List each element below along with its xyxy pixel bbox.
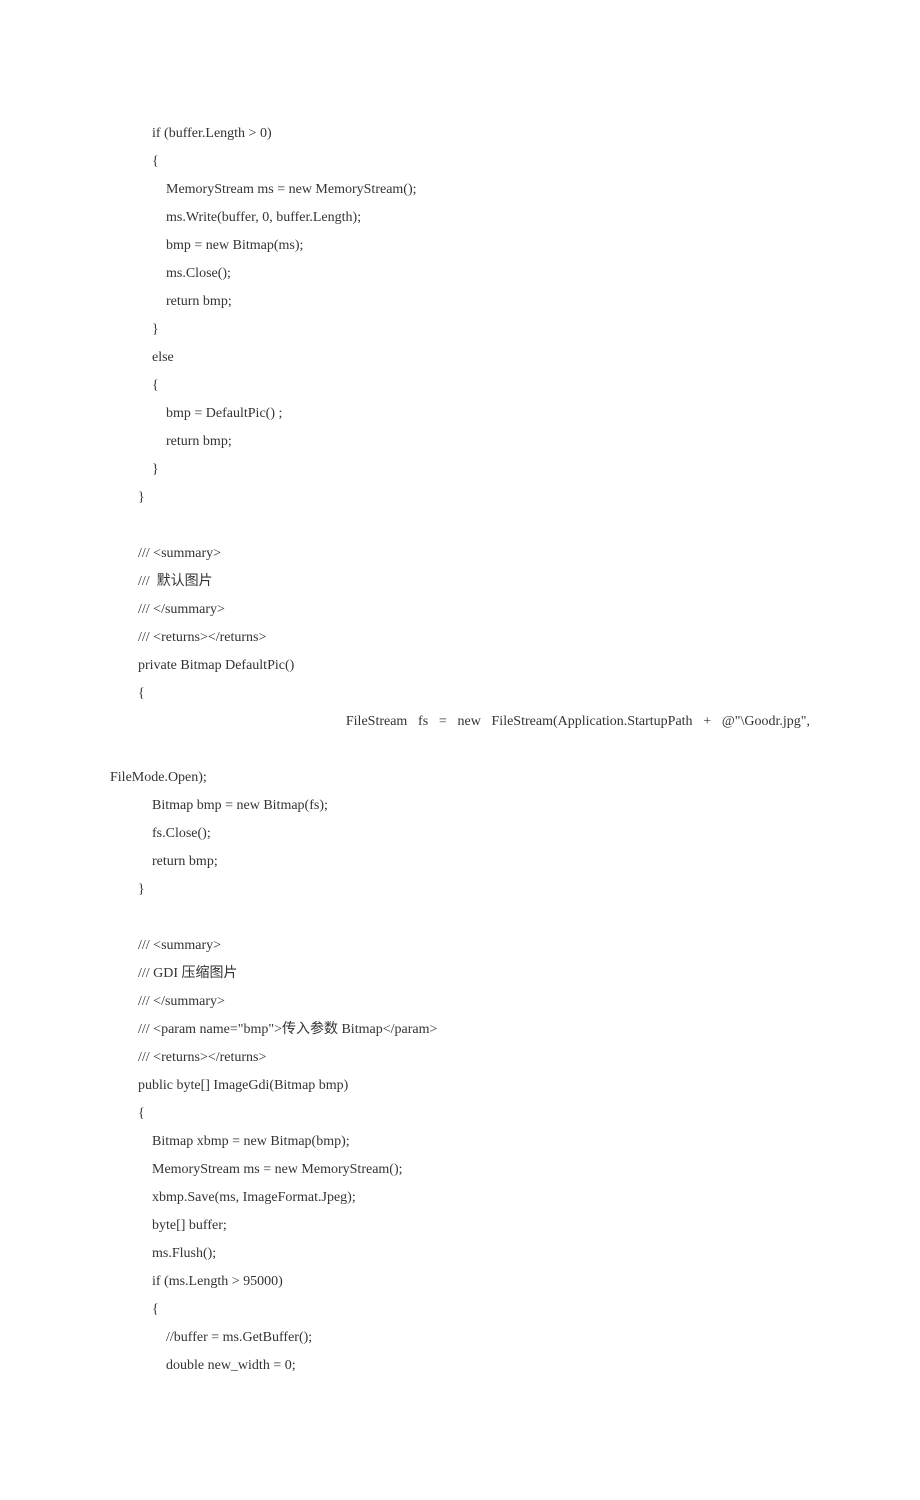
code-line: if (ms.Length > 95000) <box>110 1268 810 1296</box>
code-line: ms.Flush(); <box>110 1240 810 1268</box>
code-line: } <box>110 456 810 484</box>
code-line: FileMode.Open); <box>110 764 810 792</box>
code-line: MemoryStream ms = new MemoryStream(); <box>110 1156 810 1184</box>
code-line: private Bitmap DefaultPic() <box>110 652 810 680</box>
code-line: /// </summary> <box>110 988 810 1016</box>
code-line: /// 默认图片 <box>110 568 810 596</box>
code-line: /// <summary> <box>110 540 810 568</box>
code-line: FileStream fs = new FileStream(Applicati… <box>110 708 810 764</box>
code-line: return bmp; <box>110 288 810 316</box>
code-line: bmp = DefaultPic() ; <box>110 400 810 428</box>
code-line: { <box>110 1100 810 1128</box>
code-document: if (buffer.Length > 0) { MemoryStream ms… <box>110 120 810 1380</box>
code-line: double new_width = 0; <box>110 1352 810 1380</box>
code-line: else <box>110 344 810 372</box>
code-line: byte[] buffer; <box>110 1212 810 1240</box>
code-line: /// <returns></returns> <box>110 1044 810 1072</box>
code-line: return bmp; <box>110 848 810 876</box>
code-line: Bitmap bmp = new Bitmap(fs); <box>110 792 810 820</box>
code-line: { <box>110 680 810 708</box>
code-line: } <box>110 876 810 904</box>
code-line: } <box>110 484 810 512</box>
code-line <box>110 512 810 540</box>
code-line: Bitmap xbmp = new Bitmap(bmp); <box>110 1128 810 1156</box>
code-line: MemoryStream ms = new MemoryStream(); <box>110 176 810 204</box>
code-line: public byte[] ImageGdi(Bitmap bmp) <box>110 1072 810 1100</box>
code-line: ms.Close(); <box>110 260 810 288</box>
code-line: /// <summary> <box>110 932 810 960</box>
code-line: ms.Write(buffer, 0, buffer.Length); <box>110 204 810 232</box>
code-line: return bmp; <box>110 428 810 456</box>
code-line: xbmp.Save(ms, ImageFormat.Jpeg); <box>110 1184 810 1212</box>
code-line: /// <returns></returns> <box>110 624 810 652</box>
code-line: /// <param name="bmp">传入参数 Bitmap</param… <box>110 1016 810 1044</box>
code-line: fs.Close(); <box>110 820 810 848</box>
code-line: /// </summary> <box>110 596 810 624</box>
code-line: { <box>110 1296 810 1324</box>
code-line: /// GDI 压缩图片 <box>110 960 810 988</box>
code-line: bmp = new Bitmap(ms); <box>110 232 810 260</box>
code-line <box>110 904 810 932</box>
code-line: { <box>110 148 810 176</box>
code-line: //buffer = ms.GetBuffer(); <box>110 1324 810 1352</box>
code-line: { <box>110 372 810 400</box>
code-line: } <box>110 316 810 344</box>
code-line: if (buffer.Length > 0) <box>110 120 810 148</box>
